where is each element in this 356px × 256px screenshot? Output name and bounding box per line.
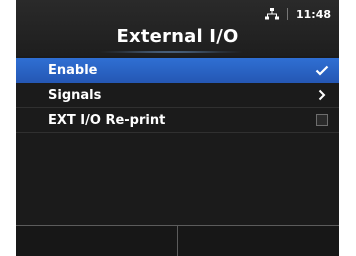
- header-bar: 11:48 External I/O: [16, 0, 339, 56]
- settings-menu: Enable Signals EXT I/O Re-print: [16, 58, 339, 133]
- status-separator: [286, 8, 288, 20]
- status-area: 11:48: [264, 6, 331, 22]
- menu-item-ext-io-reprint[interactable]: EXT I/O Re-print: [16, 108, 339, 133]
- menu-item-label: Enable: [48, 62, 98, 78]
- page-title: External I/O: [116, 26, 239, 47]
- menu-item-label: EXT I/O Re-print: [48, 112, 166, 128]
- clock-time: 11:48: [295, 7, 331, 21]
- menu-item-label: Signals: [48, 87, 102, 103]
- soft-key-left[interactable]: [16, 226, 178, 256]
- title-underline: [96, 51, 246, 53]
- network-icon: [264, 8, 279, 20]
- menu-item-signals[interactable]: Signals: [16, 83, 339, 108]
- printer-display: 11:48 External I/O Enable Signals EXT I/…: [16, 0, 339, 256]
- soft-key-bar: [16, 225, 339, 256]
- soft-key-right[interactable]: [178, 226, 339, 256]
- menu-item-enable[interactable]: Enable: [16, 58, 339, 83]
- checkbox-unchecked[interactable]: [315, 113, 329, 127]
- chevron-right-icon: [315, 88, 329, 102]
- checkbox-box: [316, 114, 328, 126]
- checkmark-icon: [315, 63, 329, 77]
